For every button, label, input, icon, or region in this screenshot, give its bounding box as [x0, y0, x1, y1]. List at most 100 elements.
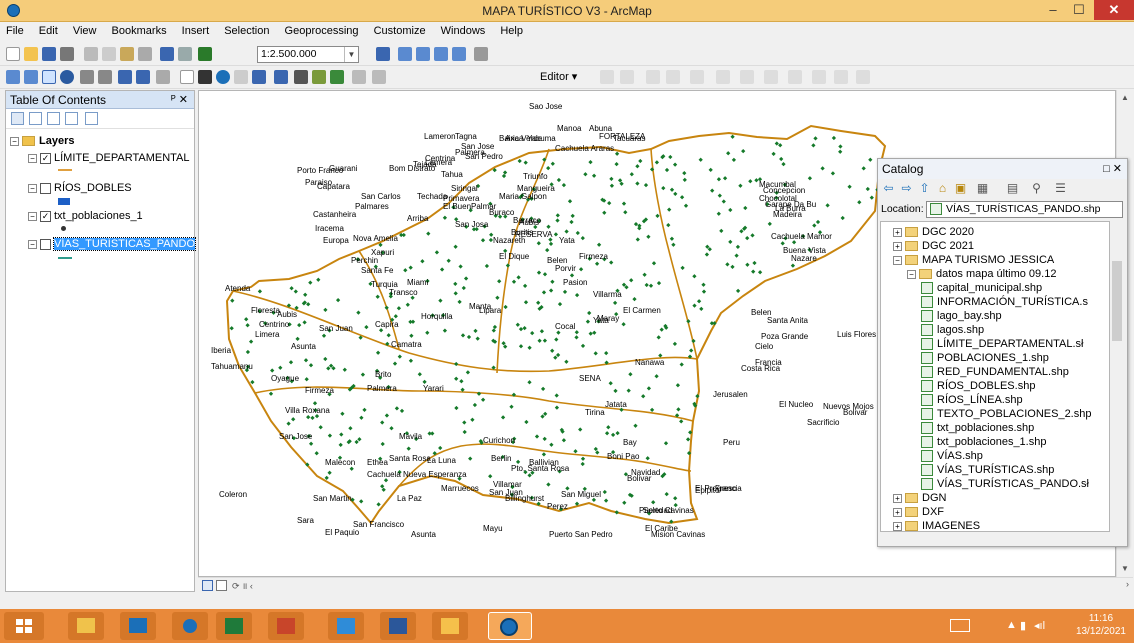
catalog-folder[interactable]: + DXF: [893, 506, 944, 520]
layer-visibility-checkbox[interactable]: ✓: [40, 152, 51, 164]
split-tool-icon[interactable]: [716, 70, 730, 84]
layer-visibility-checkbox[interactable]: [40, 182, 51, 194]
map-scale-input[interactable]: 1:2.500.000 ▼: [257, 46, 359, 63]
catalog-tree-hscrollbar[interactable]: [880, 532, 1110, 546]
catalog-folder[interactable]: + IMAGENES: [893, 520, 980, 531]
viewer-window-icon[interactable]: [372, 70, 386, 84]
file-explorer-icon[interactable]: [68, 612, 104, 640]
menu-view[interactable]: View: [67, 22, 103, 40]
layer-visibility-checkbox[interactable]: ✓: [40, 210, 51, 222]
new-document-icon[interactable]: [6, 47, 20, 61]
edit-annotation-icon[interactable]: [620, 70, 634, 84]
clear-selection-icon[interactable]: [180, 70, 194, 84]
catalog-file[interactable]: RÍOS_LÍNEA.shp: [921, 394, 1023, 408]
attributes-icon[interactable]: [812, 70, 826, 84]
select-features-icon[interactable]: [156, 70, 170, 84]
catalog-file[interactable]: POBLACIONES_1.shp: [921, 352, 1049, 366]
print-icon[interactable]: [60, 47, 74, 61]
word-icon[interactable]: [380, 612, 416, 640]
list-by-drawing-order-icon[interactable]: [11, 112, 24, 125]
excel-icon[interactable]: [216, 612, 252, 640]
find-icon[interactable]: [294, 70, 308, 84]
menu-selection[interactable]: Selection: [218, 22, 275, 40]
powerpoint-icon[interactable]: [268, 612, 304, 640]
undo-icon[interactable]: [160, 47, 174, 61]
network-icon[interactable]: ▮: [1020, 619, 1026, 632]
up-one-level-icon[interactable]: ⇧: [918, 182, 931, 195]
arctoolbox-icon[interactable]: [452, 47, 466, 61]
catalog-folder[interactable]: + DGN: [893, 492, 946, 506]
expand-icon[interactable]: +: [893, 241, 902, 251]
fixed-zoom-in-icon[interactable]: [80, 70, 94, 84]
find-route-icon[interactable]: [312, 70, 326, 84]
back-icon[interactable]: ⇦: [882, 182, 895, 195]
catalog-file[interactable]: lagos.shp: [921, 324, 984, 338]
catalog-folder[interactable]: − MAPA TURISMO JESSICA: [893, 254, 1054, 268]
toc-pin-close[interactable]: ᴾ ✕: [171, 93, 188, 106]
scale-dropdown-icon[interactable]: ▼: [344, 47, 358, 62]
expand-icon[interactable]: +: [893, 507, 902, 517]
edit-tool-icon[interactable]: [600, 70, 614, 84]
collapse-icon[interactable]: −: [893, 255, 902, 265]
zoom-in-icon[interactable]: [6, 70, 20, 84]
editor-toolbar-icon[interactable]: [376, 47, 390, 61]
list-by-source-icon[interactable]: [29, 112, 42, 125]
catalog-file[interactable]: capital_municipal.shp: [921, 282, 1042, 296]
catalog-file[interactable]: RED_FUNDAMENTAL.shp: [921, 366, 1069, 380]
collapse-icon[interactable]: −: [28, 183, 37, 193]
html-popup-icon[interactable]: [252, 70, 266, 84]
edit-vertices-icon[interactable]: [740, 70, 754, 84]
remote-desktop-icon[interactable]: [120, 612, 156, 640]
straight-segment-icon[interactable]: [646, 70, 660, 84]
toc-layer-vias[interactable]: − VÍAS_TURÍSTICAS_PANDO: [28, 237, 196, 251]
list-by-visibility-icon[interactable]: [47, 112, 60, 125]
search-icon[interactable]: ⚲: [1030, 182, 1043, 195]
scroll-down-icon[interactable]: ▼: [1117, 561, 1133, 577]
fixed-zoom-out-icon[interactable]: [98, 70, 112, 84]
menu-windows[interactable]: Windows: [435, 22, 492, 40]
collapse-icon[interactable]: −: [907, 269, 916, 279]
acrobat-icon[interactable]: [432, 612, 468, 640]
catalog-close[interactable]: □ ✕: [1103, 162, 1122, 175]
back-extent-icon[interactable]: [118, 70, 132, 84]
full-extent-icon[interactable]: [60, 70, 74, 84]
create-features-icon[interactable]: [856, 70, 870, 84]
catalog-file[interactable]: RÍOS_DOBLES.shp: [921, 380, 1035, 394]
save-icon[interactable]: [42, 47, 56, 61]
close-button[interactable]: ✕: [1094, 0, 1134, 20]
home-icon[interactable]: ⌂: [936, 182, 949, 195]
scroll-right-icon[interactable]: ›: [1126, 579, 1129, 589]
map-horizontal-scrollbar[interactable]: ⟳ ॥ ‹ ›: [198, 577, 1133, 593]
menu-customize[interactable]: Customize: [368, 22, 432, 40]
system-clock[interactable]: 11:16 13/12/2021: [1076, 612, 1126, 638]
list-by-selection-icon[interactable]: [65, 112, 78, 125]
options-icon[interactable]: ☰: [1054, 182, 1067, 195]
catalog-file[interactable]: LÍMITE_DEPARTAMENTAL.sł: [921, 338, 1084, 352]
table-of-contents-icon[interactable]: [398, 47, 412, 61]
delete-icon[interactable]: [138, 47, 152, 61]
refresh-icon[interactable]: ⟳ ॥ ‹: [232, 579, 253, 592]
layer-visibility-checkbox[interactable]: [40, 238, 51, 250]
trace-icon[interactable]: [690, 70, 704, 84]
expand-icon[interactable]: +: [893, 521, 902, 531]
menu-help[interactable]: Help: [494, 22, 529, 40]
toggle-contents-icon[interactable]: ▤: [1006, 182, 1019, 195]
expand-icon[interactable]: +: [893, 493, 902, 503]
catalog-file[interactable]: INFORMACIÓN_TURÍSTICA.s: [921, 296, 1088, 310]
cut-icon[interactable]: [84, 47, 98, 61]
menu-geoprocessing[interactable]: Geoprocessing: [279, 22, 365, 40]
scroll-up-icon[interactable]: ▲: [1117, 90, 1133, 106]
pan-icon[interactable]: [42, 70, 56, 84]
copy-icon[interactable]: [102, 47, 116, 61]
rotate-icon[interactable]: [788, 70, 802, 84]
measure-icon[interactable]: [274, 70, 288, 84]
paste-icon[interactable]: [120, 47, 134, 61]
forward-extent-icon[interactable]: [136, 70, 150, 84]
collapse-icon[interactable]: −: [28, 153, 37, 163]
catalog-file[interactable]: VÍAS_TURÍSTICAS.shp: [921, 464, 1054, 478]
toc-layer-rios[interactable]: − RÍOS_DOBLES: [28, 182, 132, 194]
maximize-button[interactable]: ☐: [1066, 0, 1092, 20]
catalog-file[interactable]: TEXTO_POBLACIONES_2.shp: [921, 408, 1091, 422]
views-icon[interactable]: ▦: [976, 182, 989, 195]
arccatalog-icon[interactable]: [172, 612, 208, 640]
